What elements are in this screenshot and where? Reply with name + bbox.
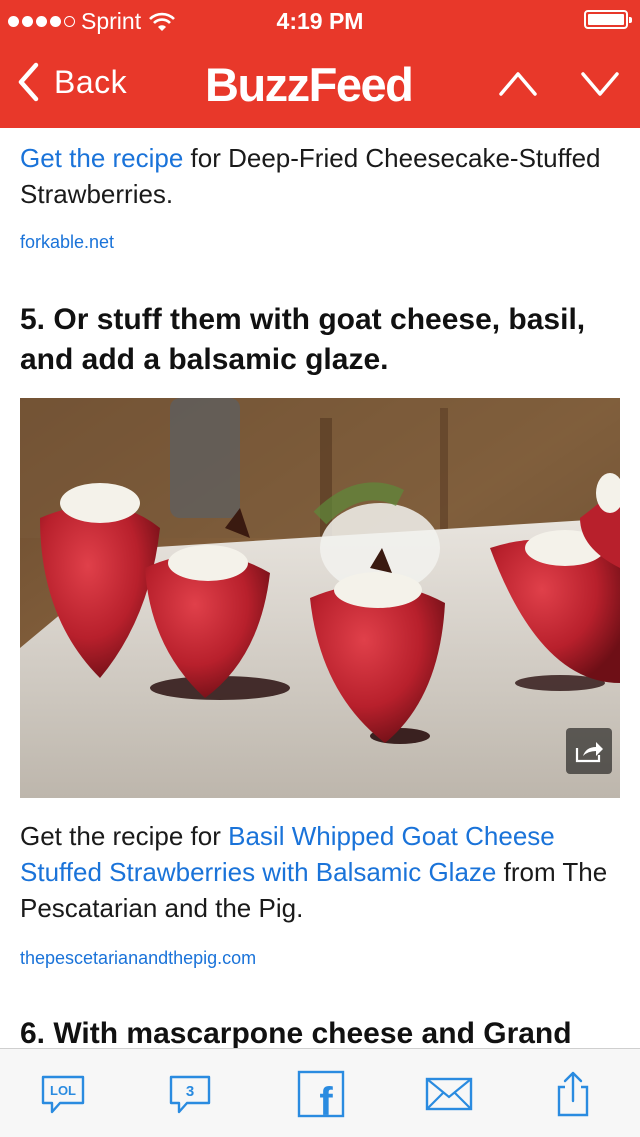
back-button[interactable]: Back (16, 62, 127, 102)
bottom-toolbar: LOL 3 f (0, 1048, 640, 1137)
recipe-paragraph-4: Get the recipe for Deep-Fried Cheesecake… (20, 140, 620, 212)
strawberries-image (20, 398, 620, 798)
lol-reaction-button[interactable]: LOL (38, 1069, 88, 1119)
recipe-paragraph-5: Get the recipe for Basil Whipped Goat Ch… (20, 818, 620, 926)
previous-article-button[interactable] (496, 66, 540, 102)
battery-icon (584, 10, 632, 29)
recipe-prefix-5: Get the recipe for (20, 821, 229, 851)
status-bar: Sprint 4:19 PM (0, 0, 640, 40)
item-heading-6: 6. With mascarpone cheese and Grand (20, 1017, 572, 1048)
image-share-button[interactable] (566, 728, 612, 774)
recipe-photo[interactable] (20, 398, 620, 798)
buzzfeed-logo: BuzzFeed (205, 58, 414, 111)
source-link-5[interactable]: thepescetarianandthepig.com (20, 948, 256, 969)
facebook-icon: f (297, 1070, 345, 1124)
svg-text:LOL: LOL (50, 1083, 76, 1098)
svg-text:f: f (319, 1080, 333, 1119)
comment-icon: 3 (169, 1075, 211, 1114)
share-arrow-icon (575, 742, 603, 763)
app-header: Sprint 4:19 PM Back BuzzFeed (0, 0, 640, 128)
next-article-button[interactable] (578, 66, 622, 102)
comments-button[interactable]: 3 (165, 1069, 215, 1119)
facebook-share-button[interactable]: f (296, 1069, 346, 1124)
email-share-button[interactable] (424, 1069, 474, 1119)
article-content: Get the recipe for Deep-Fried Cheesecake… (20, 128, 620, 1048)
mail-icon (425, 1077, 473, 1111)
recipe-link-4[interactable]: Get the recipe (20, 143, 183, 173)
lol-icon: LOL (41, 1075, 85, 1114)
share-button[interactable] (548, 1069, 598, 1119)
source-link-4[interactable]: forkable.net (20, 232, 114, 253)
svg-text:3: 3 (186, 1083, 194, 1100)
back-label: Back (54, 63, 128, 100)
chevron-left-icon (18, 62, 39, 102)
share-icon (557, 1071, 589, 1117)
status-time: 4:19 PM (276, 8, 364, 34)
nav-bar: Back BuzzFeed (0, 40, 640, 128)
item-heading-5: 5. Or stuff them with goat cheese, basil… (20, 303, 586, 376)
